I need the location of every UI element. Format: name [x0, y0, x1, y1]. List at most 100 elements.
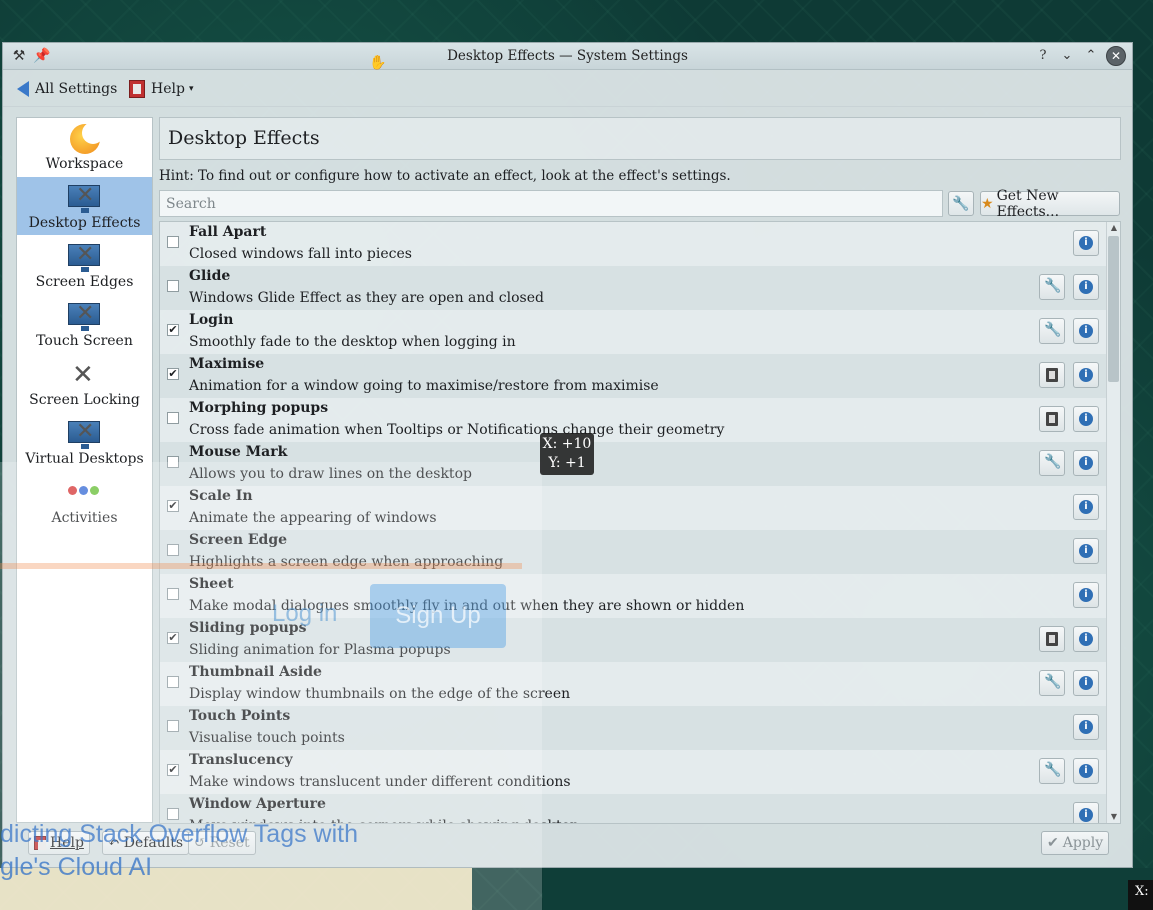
check-icon: ✔	[1047, 835, 1059, 851]
effect-row[interactable]: Thumbnail Aside Display window thumbnails…	[160, 662, 1106, 706]
screen-edges-icon: ✕	[68, 240, 100, 272]
wrench-icon: 🔧	[952, 195, 970, 212]
effect-checkbox[interactable]	[167, 412, 179, 424]
effect-row[interactable]: Glide Windows Glide Effect as they are op…	[160, 266, 1106, 310]
effect-checkbox[interactable]: ✔	[167, 764, 179, 776]
effect-description: Make windows translucent under different…	[189, 774, 571, 790]
maximize-button[interactable]: ⌃	[1082, 47, 1100, 65]
effect-configure-button[interactable]: 🔧	[1039, 450, 1065, 476]
effect-checkbox[interactable]: ✔	[167, 368, 179, 380]
sidebar-item-desktop-effects[interactable]: ✕ Desktop Effects	[17, 177, 152, 235]
wrench-icon: 🔧	[1044, 674, 1062, 690]
effect-info-button[interactable]: i	[1073, 230, 1099, 256]
effect-info-button[interactable]: i	[1073, 802, 1099, 823]
effect-row[interactable]: Touch Points Visualise touch points i	[160, 706, 1106, 750]
get-new-effects-button[interactable]: ★ Get New Effects...	[980, 188, 1120, 220]
wrench-icon: 🔧	[1044, 762, 1062, 778]
scrollbar[interactable]: ▲ ▼	[1106, 222, 1120, 823]
sidebar-item-label: Activities	[51, 510, 118, 526]
help-menu-label: Help	[151, 81, 185, 97]
effect-checkbox[interactable]	[167, 676, 179, 688]
effect-configure-button[interactable]: 🔧	[1039, 670, 1065, 696]
video-icon	[1046, 632, 1058, 646]
info-icon: i	[1079, 456, 1093, 470]
effect-checkbox[interactable]	[167, 720, 179, 732]
info-icon: i	[1079, 368, 1093, 382]
background-login-link: Log in	[272, 600, 338, 627]
configure-filter-button[interactable]: 🔧	[948, 191, 974, 216]
virtual-desktops-icon: ✕	[68, 417, 100, 449]
search-input[interactable]	[159, 190, 943, 217]
info-icon: i	[1079, 500, 1093, 514]
effect-info-button[interactable]: i	[1073, 582, 1099, 608]
effect-configure-button[interactable]: 🔧	[1039, 758, 1065, 784]
info-icon: i	[1079, 632, 1093, 646]
effect-name: Translucency	[189, 752, 293, 768]
effect-checkbox[interactable]	[167, 808, 179, 820]
sidebar-item-label: Virtual Desktops	[25, 451, 144, 467]
tooltip-y: Y: +1	[548, 455, 586, 471]
effect-info-button[interactable]: i	[1073, 450, 1099, 476]
effect-row[interactable]: Morphing popups Cross fade animation when…	[160, 398, 1106, 442]
effect-checkbox[interactable]	[167, 280, 179, 292]
close-button[interactable]: ✕	[1106, 46, 1126, 66]
effect-name: Morphing popups	[189, 400, 329, 416]
effect-checkbox[interactable]: ✔	[167, 632, 179, 644]
all-settings-button[interactable]: All Settings	[17, 78, 117, 100]
sidebar-item-touch-screen[interactable]: ✕ Touch Screen	[17, 295, 152, 353]
help-book-icon	[129, 80, 145, 98]
effect-row[interactable]: Fall Apart Closed windows fall into piece…	[160, 222, 1106, 266]
effect-info-button[interactable]: i	[1073, 406, 1099, 432]
effect-checkbox[interactable]	[167, 236, 179, 248]
sidebar-item-label: Screen Edges	[35, 274, 134, 290]
effect-configure-button[interactable]: 🔧	[1039, 318, 1065, 344]
all-settings-label: All Settings	[35, 81, 118, 97]
sidebar-item-virtual-desktops[interactable]: ✕ Virtual Desktops	[17, 413, 152, 471]
effect-info-button[interactable]: i	[1073, 758, 1099, 784]
effect-info-button[interactable]: i	[1073, 274, 1099, 300]
video-icon	[1046, 368, 1058, 382]
help-titlebar-button[interactable]: ?	[1034, 47, 1052, 65]
star-icon: ★	[981, 195, 994, 212]
sidebar-item-activities[interactable]: Activities	[17, 472, 152, 530]
effect-info-button[interactable]: i	[1073, 362, 1099, 388]
effect-row[interactable]: ✔ Maximise Animation for a window going to…	[160, 354, 1106, 398]
apply-button[interactable]: ✔ Apply	[1041, 831, 1110, 855]
info-icon: i	[1079, 764, 1093, 778]
effect-info-button[interactable]: i	[1073, 538, 1099, 564]
sidebar-item-screen-edges[interactable]: ✕ Screen Edges	[17, 236, 152, 294]
background-progress-bar	[0, 563, 522, 569]
effect-description: Allows you to draw lines on the desktop	[189, 466, 472, 482]
sidebar-item-workspace[interactable]: Workspace	[17, 118, 152, 176]
sidebar-item-label: Touch Screen	[36, 333, 133, 349]
effect-info-button[interactable]: i	[1073, 626, 1099, 652]
effect-checkbox[interactable]: ✔	[167, 500, 179, 512]
sidebar-item-screen-locking[interactable]: ✕ Screen Locking	[17, 354, 152, 412]
effect-configure-button[interactable]: 🔧	[1039, 274, 1065, 300]
effect-video-button[interactable]	[1039, 362, 1065, 388]
effect-info-button[interactable]: i	[1073, 714, 1099, 740]
get-new-effects-label: Get New Effects...	[996, 187, 1060, 220]
effect-row[interactable]: ✔ Translucency Make windows translucent un…	[160, 750, 1106, 794]
effect-info-button[interactable]: i	[1073, 318, 1099, 344]
scroll-up-icon[interactable]: ▲	[1107, 222, 1120, 234]
effect-checkbox[interactable]	[167, 456, 179, 468]
effect-row[interactable]: ✔ Login Smoothly fade to the desktop when …	[160, 310, 1106, 354]
scroll-down-icon[interactable]: ▼	[1107, 811, 1120, 823]
info-icon: i	[1079, 676, 1093, 690]
effect-checkbox[interactable]	[167, 544, 179, 556]
effect-row[interactable]: ✔ Scale In Animate the appearing of window…	[160, 486, 1106, 530]
scroll-thumb[interactable]	[1108, 236, 1119, 382]
help-menu-button[interactable]: Help ▾	[129, 78, 193, 100]
effect-checkbox[interactable]: ✔	[167, 324, 179, 336]
effect-info-button[interactable]: i	[1073, 494, 1099, 520]
effect-row[interactable]: Mouse Mark Allows you to draw lines on th…	[160, 442, 1106, 486]
effect-video-button[interactable]	[1039, 626, 1065, 652]
effect-checkbox[interactable]	[167, 588, 179, 600]
effect-info-button[interactable]: i	[1073, 670, 1099, 696]
effect-video-button[interactable]	[1039, 406, 1065, 432]
window-titlebar[interactable]: ⚒ 📌 Desktop Effects — System Settings ? …	[3, 43, 1132, 70]
minimize-button[interactable]: ⌄	[1058, 47, 1076, 65]
effects-list: Window ApertureMove windows into the cor…	[159, 221, 1121, 824]
effect-description: Visualise touch points	[189, 730, 345, 746]
